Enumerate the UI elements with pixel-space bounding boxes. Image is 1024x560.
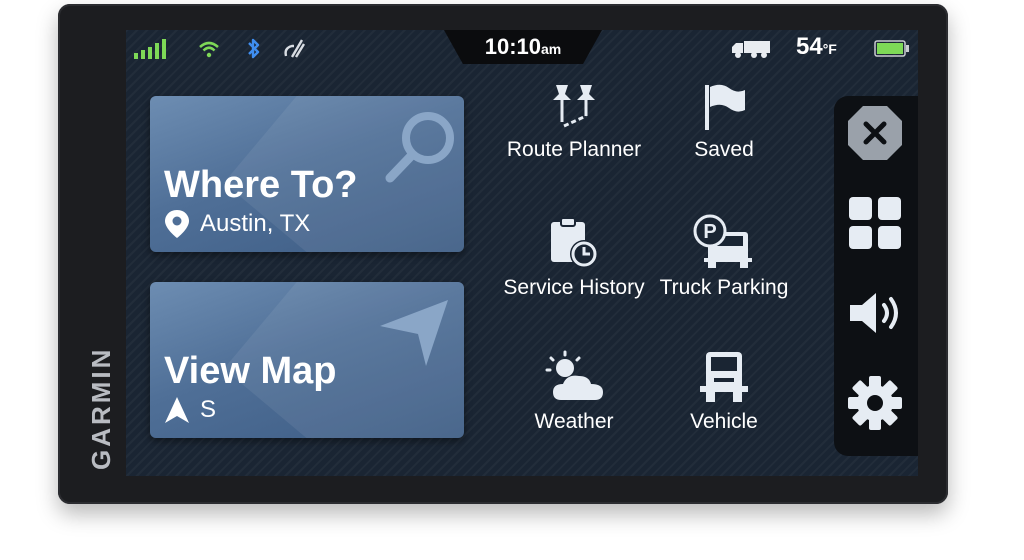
apps-grid-icon bbox=[849, 197, 901, 249]
saved-button[interactable]: Saved bbox=[644, 82, 804, 162]
svg-text:P: P bbox=[703, 221, 716, 243]
truck-parking-icon: P bbox=[693, 214, 752, 268]
vehicle-button[interactable]: Vehicle bbox=[644, 350, 804, 434]
search-icon bbox=[385, 112, 454, 183]
volume-button[interactable] bbox=[844, 282, 906, 344]
status-bar: 10:10am 54°F bbox=[126, 30, 918, 66]
saved-label: Saved bbox=[694, 138, 754, 161]
view-map-button[interactable]: View Map S bbox=[150, 282, 464, 438]
truck-parking-button[interactable]: P Truck Parking bbox=[644, 214, 804, 300]
settings-button[interactable] bbox=[844, 372, 906, 434]
close-button[interactable] bbox=[844, 102, 906, 164]
temperature: 54°F bbox=[796, 33, 837, 61]
brand-logo: GARMIN bbox=[86, 346, 116, 470]
view-map-title: View Map bbox=[164, 350, 337, 392]
weather-label: Weather bbox=[534, 410, 614, 433]
route-planner-label: Route Planner bbox=[506, 138, 642, 161]
flag-icon bbox=[705, 84, 745, 130]
settings-gear-icon bbox=[848, 376, 902, 430]
location-pin-icon bbox=[165, 210, 189, 238]
weather-icon bbox=[545, 350, 603, 400]
service-history-label: Service History bbox=[503, 276, 645, 299]
bluetooth-icon bbox=[248, 38, 260, 59]
route-planner-button[interactable]: Route Planner bbox=[494, 82, 654, 162]
signal-icon bbox=[134, 39, 166, 59]
apps-button[interactable] bbox=[844, 192, 906, 254]
truck-icon bbox=[732, 41, 770, 58]
route-planner-icon bbox=[553, 85, 595, 128]
battery-icon bbox=[874, 40, 909, 57]
heading-label: S bbox=[200, 396, 217, 423]
temperature-unit: °F bbox=[822, 41, 837, 57]
clock: 10:10am bbox=[444, 34, 602, 60]
navigation-arrow-icon bbox=[380, 300, 448, 366]
volume-icon bbox=[850, 293, 898, 333]
vehicle-icon bbox=[700, 352, 748, 402]
sidebar bbox=[834, 96, 918, 456]
screen: 10:10am 54°F Where To? Austin, TX View M… bbox=[126, 30, 918, 476]
temperature-value: 54 bbox=[796, 33, 823, 60]
weather-button[interactable]: Weather bbox=[494, 350, 654, 434]
clock-time: 10:10 bbox=[484, 34, 542, 59]
close-icon bbox=[848, 106, 902, 160]
compass-arrow-icon bbox=[165, 397, 189, 423]
service-history-button[interactable]: Service History bbox=[494, 216, 654, 300]
clock-ampm: am bbox=[541, 41, 562, 57]
where-to-title: Where To? bbox=[164, 164, 358, 206]
drive-link-icon bbox=[284, 39, 306, 58]
location-label: Austin, TX bbox=[200, 210, 311, 237]
truck-parking-label: Truck Parking bbox=[659, 276, 789, 299]
where-to-button[interactable]: Where To? Austin, TX bbox=[150, 96, 464, 252]
vehicle-label: Vehicle bbox=[690, 410, 758, 433]
heading-indicator: S bbox=[164, 396, 216, 424]
current-location: Austin, TX bbox=[164, 208, 310, 240]
wifi-icon bbox=[199, 41, 219, 58]
service-history-icon bbox=[551, 217, 598, 268]
